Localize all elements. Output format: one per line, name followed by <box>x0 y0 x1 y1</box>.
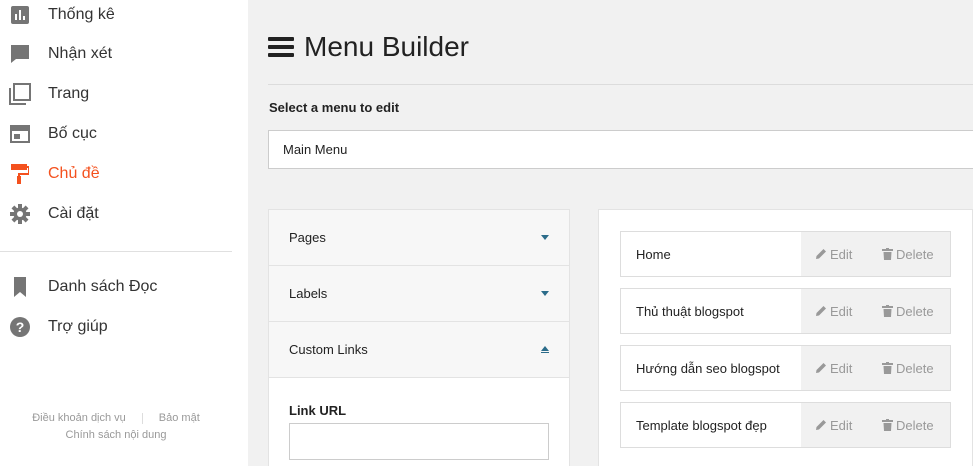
page-title: Menu Builder <box>304 31 469 62</box>
sidebar-item-theme[interactable]: Chủ đề <box>0 154 248 194</box>
sidebar-item-label: Cài đặt <box>48 205 99 222</box>
accordion-label: Labels <box>289 286 328 301</box>
trash-icon <box>882 305 893 317</box>
edit-label: Edit <box>830 417 853 433</box>
menu-item-actions: Edit Delete <box>801 232 950 276</box>
sidebar-item-label: Danh sách Đọc <box>48 278 158 295</box>
link-url-input[interactable] <box>289 423 549 460</box>
sidebar-item-label: Thống kê <box>48 6 115 23</box>
menu-item[interactable]: Hướng dẫn seo blogspot Edit Delete <box>620 345 951 391</box>
edit-button[interactable]: Edit <box>815 403 852 447</box>
help-icon: ? <box>9 316 31 338</box>
sidebar-item-label: Chủ đề <box>48 165 100 182</box>
menu-item-actions: Edit Delete <box>801 403 950 447</box>
terms-link[interactable]: Điều khoản dịch vụ <box>32 412 126 424</box>
trash-icon <box>882 248 893 260</box>
accordion-label: Custom Links <box>289 342 368 357</box>
main-content: Menu Builder Select a menu to edit Main … <box>248 0 973 466</box>
comment-icon <box>9 43 31 65</box>
sidebar-item-settings[interactable]: Cài đặt <box>0 194 248 234</box>
delete-button[interactable]: Delete <box>882 403 934 447</box>
sidebar-divider <box>0 251 232 252</box>
caret-down-icon <box>541 235 549 240</box>
trash-icon <box>882 419 893 431</box>
menu-item-label: Hướng dẫn seo blogspot <box>636 360 780 376</box>
delete-button[interactable]: Delete <box>882 289 934 333</box>
edit-label: Edit <box>830 360 853 376</box>
page-header: Menu Builder <box>268 29 469 65</box>
menu-select-dropdown[interactable]: Main Menu <box>268 130 973 169</box>
sidebar-item-layout[interactable]: Bố cục <box>0 114 248 154</box>
sidebar-item-pages[interactable]: Trang <box>0 74 248 114</box>
edit-button[interactable]: Edit <box>815 289 852 333</box>
layout-icon <box>9 123 31 145</box>
bookmark-icon <box>9 276 31 298</box>
pencil-icon <box>816 306 826 316</box>
menu-structure-panel: Home Edit Delete Thủ thuật blogspot Edit <box>598 209 973 466</box>
menu-item-label: Template blogspot đẹp <box>636 417 767 433</box>
caret-down-icon <box>541 291 549 296</box>
menu-item[interactable]: Home Edit Delete <box>620 231 951 277</box>
paint-roller-icon <box>9 163 31 185</box>
trash-icon <box>882 362 893 374</box>
menu-item[interactable]: Template blogspot đẹp Edit Delete <box>620 402 951 448</box>
delete-label: Delete <box>896 360 934 376</box>
bar-chart-icon <box>9 4 31 26</box>
accordion-label: Pages <box>289 230 326 245</box>
edit-label: Edit <box>830 303 853 319</box>
delete-button[interactable]: Delete <box>882 232 934 276</box>
menu-item-label: Home <box>636 246 671 262</box>
gear-icon <box>9 203 31 225</box>
delete-label: Delete <box>896 417 934 433</box>
selected-menu-value: Main Menu <box>283 142 348 157</box>
edit-button[interactable]: Edit <box>815 346 852 390</box>
pencil-icon <box>816 363 826 373</box>
footer-separator <box>141 412 143 424</box>
delete-label: Delete <box>896 303 934 319</box>
edit-button[interactable]: Edit <box>815 232 852 276</box>
sidebar-item-label: Trợ giúp <box>48 318 108 335</box>
accordion-labels[interactable]: Labels <box>269 266 569 322</box>
add-items-panel: Pages Labels Custom Links Link URL <box>268 209 570 466</box>
sidebar-item-comments[interactable]: Nhận xét <box>0 34 248 74</box>
pencil-icon <box>816 249 826 259</box>
caret-up-icon <box>541 345 549 354</box>
header-divider <box>268 84 973 85</box>
sidebar-item-label: Trang <box>48 85 90 102</box>
accordion-custom-links[interactable]: Custom Links <box>269 322 569 378</box>
sidebar-item-label: Bố cục <box>48 125 97 142</box>
svg-text:?: ? <box>16 319 25 335</box>
sidebar: Thống kê Nhận xét Trang Bố cục Chủ đề Cà… <box>0 0 248 466</box>
edit-label: Edit <box>830 246 853 262</box>
sidebar-item-help[interactable]: ? Trợ giúp <box>0 307 248 347</box>
menu-item-actions: Edit Delete <box>801 289 950 333</box>
sidebar-footer: Điều khoản dịch vụ Bảo mật Chính sách nội… <box>0 410 232 444</box>
delete-button[interactable]: Delete <box>882 346 934 390</box>
menu-item-label: Thủ thuật blogspot <box>636 303 744 319</box>
link-url-label: Link URL <box>289 403 347 418</box>
privacy-link[interactable]: Bảo mật <box>159 412 200 424</box>
menu-item[interactable]: Thủ thuật blogspot Edit Delete <box>620 288 951 334</box>
pencil-icon <box>816 420 826 430</box>
custom-links-body: Link URL <box>269 378 569 466</box>
hamburger-menu-icon <box>268 37 294 57</box>
content-policy-link[interactable]: Chính sách nội dung <box>66 429 167 441</box>
sidebar-item-reading-list[interactable]: Danh sách Đọc <box>0 267 248 307</box>
sidebar-item-label: Nhận xét <box>48 45 113 62</box>
pages-icon <box>9 83 31 105</box>
delete-label: Delete <box>896 246 934 262</box>
accordion-pages[interactable]: Pages <box>269 210 569 266</box>
menu-item-actions: Edit Delete <box>801 346 950 390</box>
select-menu-label: Select a menu to edit <box>269 100 400 115</box>
sidebar-item-stats[interactable]: Thống kê <box>0 0 248 35</box>
